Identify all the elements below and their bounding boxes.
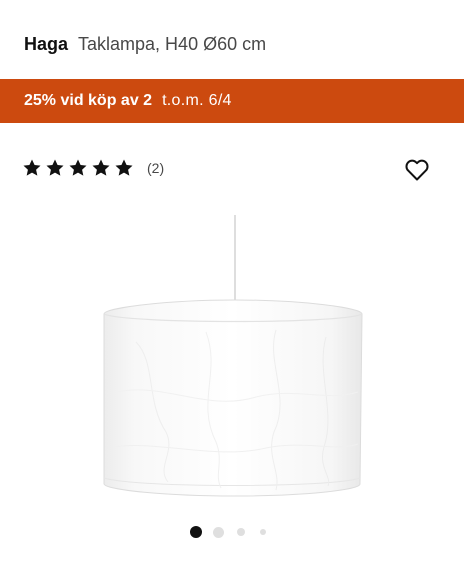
- star-icon: [23, 159, 41, 176]
- pendant-lamp-image: [103, 215, 363, 497]
- carousel-dot[interactable]: [260, 529, 266, 535]
- add-to-favorites-button[interactable]: [404, 157, 430, 183]
- product-name: Haga: [24, 34, 69, 54]
- carousel-dot-active[interactable]: [190, 526, 202, 538]
- carousel-dot[interactable]: [213, 526, 224, 538]
- heart-outline-icon: [405, 159, 429, 181]
- product-title: Haga Taklampa, H40 Ø60 cm: [24, 34, 266, 55]
- promo-banner[interactable]: 25% vid köp av 2 t.o.m. 6/4: [0, 79, 464, 123]
- promo-date: t.o.m. 6/4: [162, 92, 232, 109]
- star-icon: [46, 159, 64, 176]
- review-count: (2): [147, 160, 165, 176]
- product-image[interactable]: [96, 212, 372, 502]
- star-rating: [22, 158, 134, 178]
- image-carousel-dots[interactable]: [190, 526, 266, 538]
- star-icon: [92, 159, 110, 176]
- star-icon: [115, 159, 133, 176]
- rating-row[interactable]: (2): [22, 158, 164, 178]
- product-description: Taklampa, H40 Ø60 cm: [78, 34, 267, 54]
- star-icon: [69, 159, 87, 176]
- carousel-dot[interactable]: [237, 528, 245, 536]
- promo-text: 25% vid köp av 2: [24, 92, 153, 109]
